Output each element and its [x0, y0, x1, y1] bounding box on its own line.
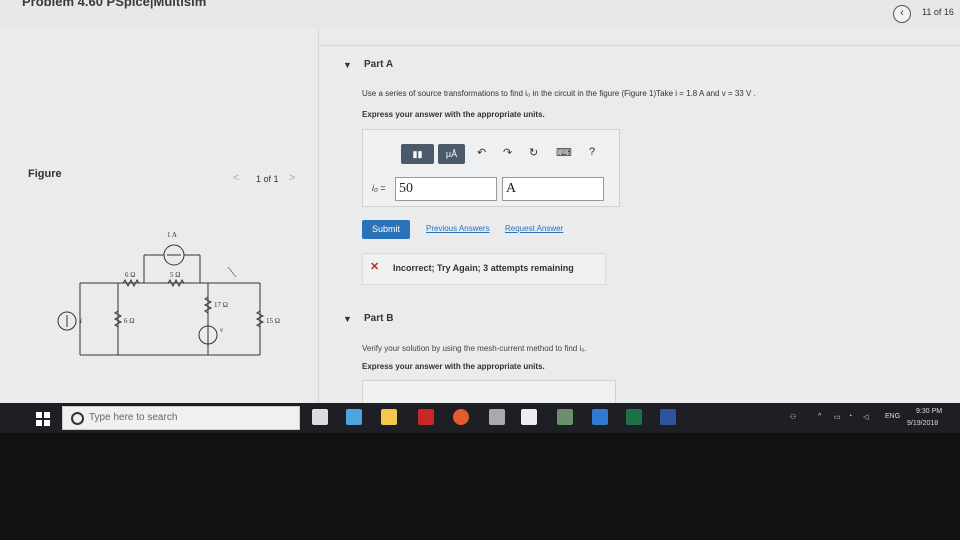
tray-chevron-icon[interactable]: ^	[818, 413, 821, 420]
page-count: 11 of 16	[922, 7, 954, 17]
undo-icon[interactable]: ↶	[477, 146, 486, 159]
part-b-caret-icon[interactable]: ▼	[343, 314, 352, 324]
templates-button[interactable]: ▮▮	[401, 144, 434, 164]
label-v: v	[220, 326, 224, 334]
word-icon[interactable]	[660, 409, 676, 425]
wifi-icon[interactable]: ◔	[848, 413, 852, 420]
part-a-instructions: Express your answer with the appropriate…	[362, 110, 545, 119]
windows-start-icon[interactable]	[36, 412, 50, 426]
label-1a: 1 A	[167, 231, 177, 239]
label-5: 5 Ω	[170, 271, 180, 279]
figure-prev-icon[interactable]: <	[233, 172, 239, 184]
cortana-icon	[71, 412, 84, 425]
task-view-icon[interactable]	[312, 409, 328, 425]
app-icon-8[interactable]	[592, 409, 608, 425]
windows-taskbar: Type here to search 🎙 ⚇ ^ ▭ ◔ ◁ ENG 9:30…	[0, 403, 960, 433]
label-15: 15 Ω	[266, 317, 280, 325]
clock-date[interactable]: 9/19/2018	[907, 420, 938, 427]
answer-unit-input[interactable]: A	[502, 177, 604, 201]
taskbar-search-box[interactable]: Type here to search 🎙	[62, 406, 361, 430]
answer-value-input[interactable]: 50	[395, 177, 497, 201]
volume-icon[interactable]: ◁	[863, 413, 868, 421]
part-b-title[interactable]: Part B	[364, 313, 393, 324]
circuit-diagram[interactable]: 1 A 6 Ω 5 Ω 17 Ω 6 Ω 15 Ω i v	[50, 225, 310, 365]
part-b-answer-panel	[362, 380, 616, 403]
part-a-title[interactable]: Part A	[364, 59, 393, 70]
part-a-caret-icon[interactable]: ▼	[343, 60, 352, 70]
incorrect-x-icon: ✕	[370, 261, 380, 273]
excel-icon[interactable]	[626, 409, 642, 425]
panel-divider	[318, 30, 319, 403]
request-answer-link[interactable]: Request Answer	[505, 224, 563, 233]
part-b-instructions: Express your answer with the appropriate…	[362, 362, 545, 371]
submit-button[interactable]: Submit	[362, 220, 410, 239]
figure-count: 1 of 1	[256, 174, 279, 184]
help-icon[interactable]: ?	[589, 146, 595, 158]
redo-icon[interactable]: ↷	[503, 146, 512, 159]
section-divider	[320, 45, 960, 46]
language-indicator[interactable]: ENG	[885, 413, 900, 420]
battery-icon[interactable]: ▭	[834, 413, 841, 421]
figure-next-icon[interactable]: >	[289, 172, 295, 184]
keyboard-icon[interactable]: ⌨	[556, 146, 572, 159]
reset-icon[interactable]: ↻	[529, 146, 538, 159]
chrome-icon[interactable]	[453, 409, 469, 425]
previous-problem-button[interactable]: ‹	[893, 5, 911, 23]
edge-icon[interactable]	[346, 409, 362, 425]
browser-content: Problem 4.60 PSpice|Multisim ‹ 11 of 16 …	[0, 0, 960, 403]
label-17: 17 Ω	[214, 301, 228, 309]
file-explorer-icon[interactable]	[381, 409, 397, 425]
app-icon-5[interactable]	[489, 409, 505, 425]
clock-time[interactable]: 9:30 PM	[916, 408, 942, 415]
i0-arrow	[227, 266, 237, 278]
figure-label: Figure	[28, 168, 62, 180]
app-icon-7[interactable]	[557, 409, 573, 425]
problem-title: Problem 4.60 PSpice|Multisim	[22, 0, 207, 9]
feedback-text: Incorrect; Try Again; 3 attempts remaini…	[393, 263, 574, 273]
netflix-icon[interactable]	[418, 409, 434, 425]
units-button[interactable]: μÅ	[438, 144, 465, 164]
search-placeholder: Type here to search	[89, 412, 178, 423]
problem-header: Problem 4.60 PSpice|Multisim ‹ 11 of 16	[0, 0, 960, 28]
label-6-left: 6 Ω	[124, 317, 134, 325]
part-b-question: Verify your solution by using the mesh-c…	[362, 344, 587, 353]
label-6-top: 6 Ω	[125, 271, 135, 279]
label-i: i	[80, 317, 82, 325]
previous-answers-link[interactable]: Previous Answers	[426, 224, 490, 233]
mail-icon[interactable]	[521, 409, 537, 425]
people-icon[interactable]: ⚇	[790, 413, 796, 421]
part-a-question: Use a series of source transformations t…	[362, 89, 756, 98]
io-label: i₀ =	[372, 183, 386, 193]
